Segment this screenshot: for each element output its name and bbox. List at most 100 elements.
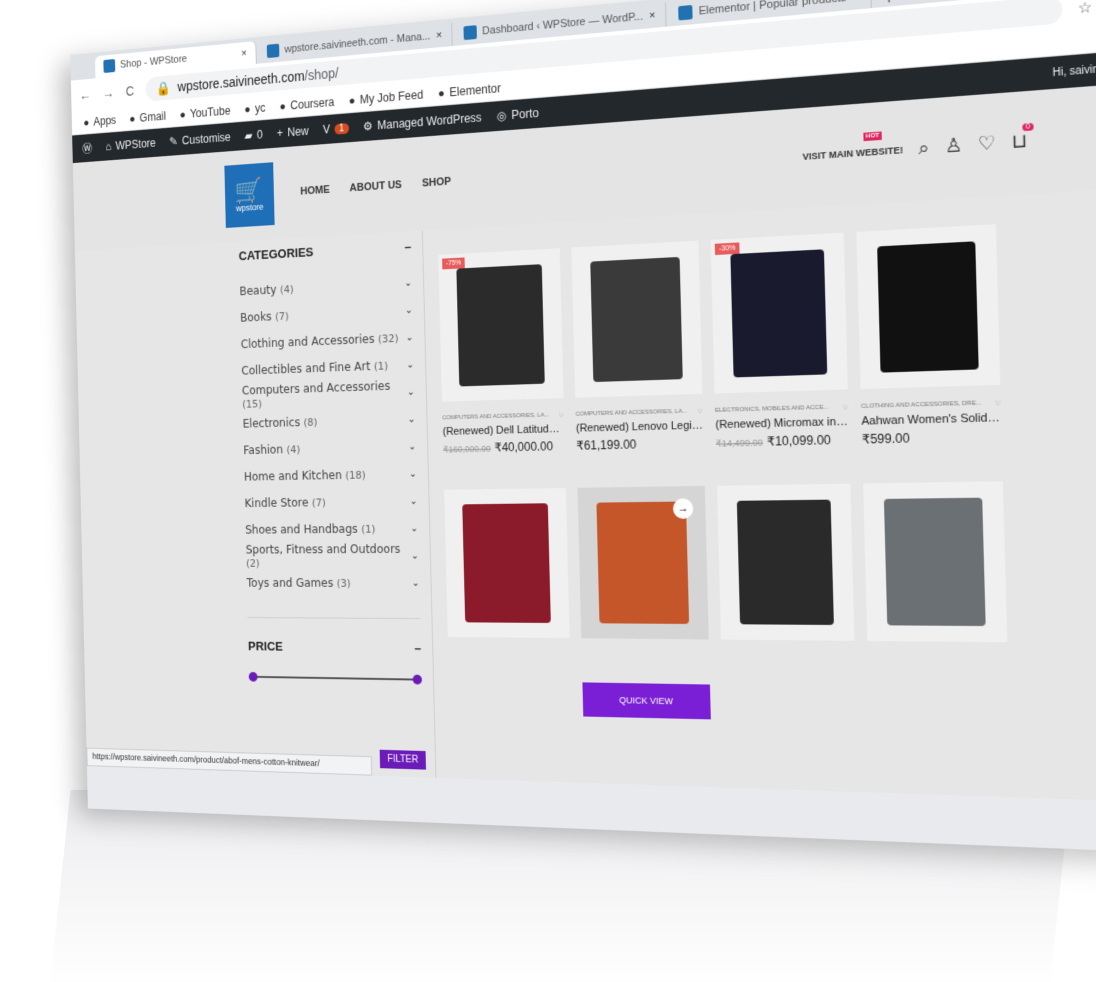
price-filter: PRICE – [247, 617, 423, 687]
product-image[interactable] [444, 488, 570, 639]
bookmark-coursera[interactable]: ● Coursera [279, 95, 334, 113]
cart-count-badge: 0 [1022, 122, 1034, 132]
category-item[interactable]: Computers and Accessories (15) ⌄ [242, 378, 415, 411]
chevron-down-icon[interactable]: ⌄ [407, 386, 415, 397]
product-image[interactable]: → [577, 485, 709, 640]
back-icon[interactable]: ← [79, 87, 91, 103]
bookmark-upwork[interactable]: ● My Job Feed [349, 87, 424, 107]
category-item[interactable]: Home and Kitchen (18) ⌄ [244, 460, 418, 490]
admin-comments-link[interactable]: ▰ 0 [244, 128, 263, 143]
collapse-icon[interactable]: – [404, 239, 411, 254]
visit-website-link[interactable]: HOT VISIT MAIN WEBSITE! [802, 130, 903, 161]
chevron-down-icon[interactable]: ⌄ [412, 578, 420, 589]
product-card[interactable] [438, 482, 577, 722]
category-name: Books [240, 309, 272, 325]
chevron-down-icon[interactable]: ⌄ [404, 277, 412, 288]
admin-customise-link[interactable]: ✎ Customise [169, 130, 231, 148]
product-category-text: COMPUTERS AND ACCESSORIES, LA... [442, 412, 550, 422]
arrow-right-icon[interactable]: → [672, 498, 694, 519]
product-thumbnail [456, 264, 545, 387]
category-item[interactable]: Toys and Games (3) ⌄ [246, 569, 420, 596]
product-name[interactable]: (Renewed) Lenovo Legion 5i... [576, 419, 704, 434]
product-card[interactable] [857, 475, 1017, 733]
admin-updates-link[interactable]: V 1 [323, 121, 349, 136]
nav-about-us[interactable]: ABOUT US [349, 179, 402, 194]
wishlist-heart-icon[interactable]: ♡ [995, 400, 1001, 408]
product-image[interactable]: -75% [438, 248, 564, 402]
price-slider-max-handle[interactable] [412, 674, 423, 685]
admin-comments-count: 0 [256, 127, 263, 142]
wishlist-icon[interactable]: ♡ [978, 132, 997, 156]
chevron-down-icon[interactable]: ⌄ [408, 414, 416, 425]
category-name: Toys and Games [246, 576, 334, 590]
category-count: (2) [245, 557, 260, 570]
cart-icon[interactable]: ⊔ 0 [1011, 122, 1034, 154]
categories-header[interactable]: CATEGORIES – [239, 239, 412, 263]
category-item[interactable]: Sports, Fitness and Outdoors (2) ⌄ [246, 542, 420, 570]
bookmark-gmail[interactable]: ● Gmail [129, 109, 166, 125]
quick-view-button[interactable]: QUICK VIEW [582, 682, 711, 720]
chevron-down-icon[interactable]: ⌄ [410, 496, 418, 507]
chevron-down-icon[interactable]: ⌄ [410, 523, 418, 534]
reload-icon[interactable]: C [126, 83, 135, 99]
price-header[interactable]: PRICE – [248, 639, 421, 655]
product-image[interactable] [863, 481, 1008, 643]
admin-greeting[interactable]: Hi, saivineeth [1052, 61, 1096, 78]
search-icon[interactable]: ⌕ [918, 137, 930, 160]
product-image[interactable]: -30% [710, 232, 848, 394]
wishlist-heart-icon[interactable]: ♡ [697, 408, 703, 415]
close-icon[interactable]: × [649, 9, 656, 22]
category-count: (32) [377, 332, 399, 346]
current-price: ₹599.00 [861, 430, 910, 447]
product-image[interactable] [856, 224, 1001, 390]
star-icon[interactable]: ☆ [1078, 0, 1093, 17]
product-name[interactable]: (Renewed) Dell Latitude E55... [443, 423, 565, 438]
product-card[interactable]: -75% COMPUTERS AND ACCESSORIES, LA... ♡ (Re… [433, 242, 572, 484]
admin-site-link[interactable]: ⌂ WPStore [105, 136, 156, 153]
forward-icon[interactable]: → [102, 85, 114, 101]
wishlist-heart-icon[interactable]: ♡ [559, 412, 564, 419]
wishlist-heart-icon[interactable]: ♡ [842, 404, 848, 411]
chevron-down-icon[interactable]: ⌄ [408, 441, 416, 452]
product-image[interactable] [716, 483, 855, 641]
price-slider[interactable] [248, 670, 423, 686]
product-name[interactable]: (Renewed) Micromax in Not... [715, 416, 849, 432]
chevron-down-icon[interactable]: ⌄ [406, 359, 414, 370]
category-item[interactable]: Electronics (8) ⌄ [242, 405, 416, 437]
nav-shop[interactable]: SHOP [422, 176, 451, 190]
user-icon[interactable]: ♙ [944, 134, 962, 158]
bookmark-globe[interactable]: ● yc [244, 101, 265, 116]
product-card[interactable]: COMPUTERS AND ACCESSORIES, LA... ♡ (Renewe… [565, 234, 710, 482]
close-icon[interactable]: × [853, 0, 860, 4]
filter-button[interactable]: FILTER [379, 749, 427, 770]
category-item[interactable]: Fashion (4) ⌄ [243, 433, 416, 464]
category-item[interactable]: Shoes and Handbags (1) ⌄ [245, 515, 419, 543]
chevron-down-icon[interactable]: ⌄ [406, 332, 414, 343]
price-slider-min-handle[interactable] [248, 672, 258, 682]
nav-home[interactable]: HOME [300, 184, 330, 197]
product-card[interactable] [711, 477, 864, 729]
admin-new-link[interactable]: + New [277, 124, 309, 140]
product-card[interactable]: -30% ELECTRONICS, MOBILES AND ACCE... ♡ (Re… [704, 226, 856, 480]
price-collapse-icon[interactable]: – [414, 641, 421, 656]
product-name[interactable]: Aahwan Women's Solid Skat... [861, 412, 1001, 428]
chevron-down-icon[interactable]: ⌄ [409, 468, 417, 479]
product-image[interactable] [571, 240, 703, 398]
category-item[interactable]: Kindle Store (7) ⌄ [244, 487, 418, 516]
site-logo[interactable]: 🛒 wpstore [224, 162, 275, 228]
bookmark-elementor[interactable]: ● Elementor [438, 81, 501, 100]
chevron-down-icon[interactable]: ⌄ [411, 550, 419, 561]
wordpress-logo-icon[interactable]: Ⓦ [82, 140, 92, 156]
bookmark-apps-grid[interactable]: ● Apps [83, 113, 116, 129]
product-card[interactable]: CLOTHING AND ACCESSORIES, DRE... ♡ Aahwan … [850, 217, 1010, 477]
bookmark-youtube[interactable]: ● YouTube [179, 103, 230, 120]
close-icon[interactable]: × [436, 29, 442, 41]
admin-porto-link[interactable]: ◎ Porto [497, 106, 540, 123]
chevron-down-icon[interactable]: ⌄ [405, 305, 413, 316]
product-card[interactable]: → QUICK VIEW [571, 480, 717, 726]
product-thumbnail [884, 497, 986, 627]
close-icon[interactable]: × [241, 48, 247, 60]
admin-managed-link[interactable]: ⚙ Managed WordPress [363, 111, 482, 134]
product-thumbnail [590, 256, 683, 383]
categories-title: CATEGORIES [238, 244, 314, 264]
